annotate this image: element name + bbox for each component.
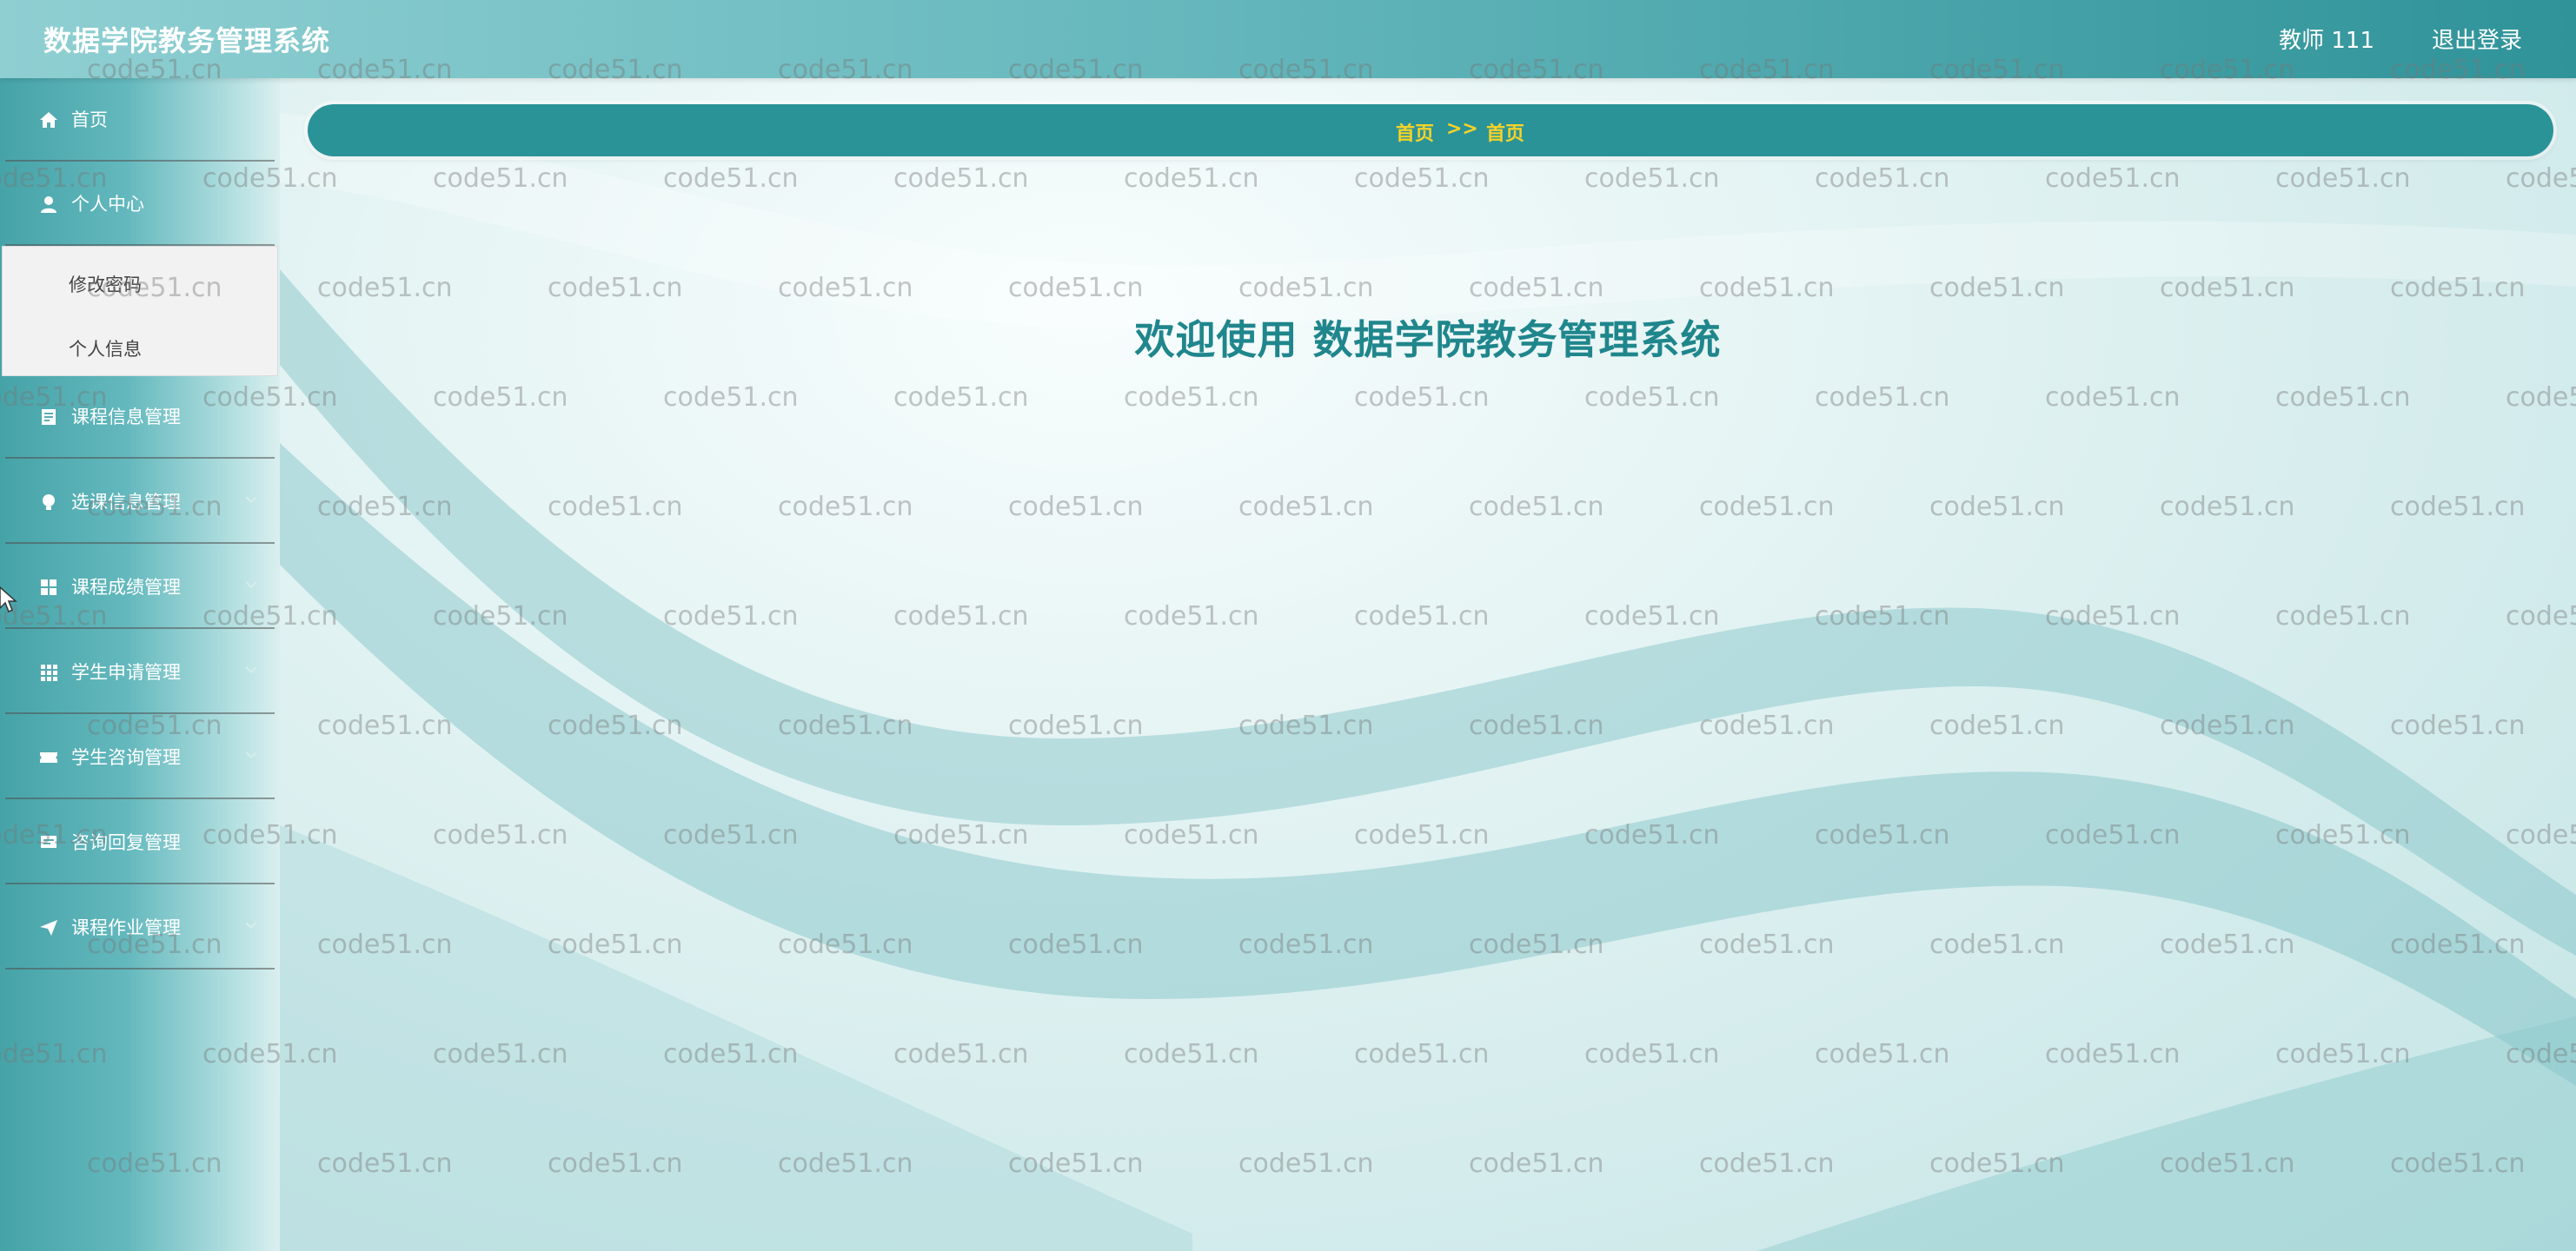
submenu-item-personal-info[interactable]: 个人信息 bbox=[69, 335, 142, 361]
sidebar-item-label: 课程信息管理 bbox=[71, 407, 181, 427]
welcome-heading: 欢迎使用 数据学院教务管理系统 bbox=[1134, 316, 1722, 363]
chevron-down-icon bbox=[245, 751, 257, 759]
sidebar-item-label: 选课信息管理 bbox=[71, 492, 181, 513]
sidebar-item-course-selection[interactable]: 选课信息管理 bbox=[5, 460, 275, 544]
chevron-down-icon bbox=[245, 922, 257, 930]
sidebar-item-course-info[interactable]: 课程信息管理 bbox=[5, 375, 275, 459]
send-icon bbox=[40, 920, 57, 936]
chevron-down-icon bbox=[245, 496, 257, 504]
sidebar-item-consultation-reply[interactable]: 咨询回复管理 bbox=[5, 801, 275, 884]
sidebar-item-label: 首页 bbox=[71, 109, 108, 130]
main-content: 首页 >> 首页 欢迎使用 数据学院教务管理系统 bbox=[280, 78, 2576, 1251]
breadcrumb-separator: >> bbox=[1446, 118, 1478, 140]
top-navbar: 数据学院教务管理系统 教师 111 退出登录 bbox=[0, 0, 2576, 78]
submenu-item-change-password[interactable]: 修改密码 bbox=[69, 271, 142, 297]
sidebar-item-label: 咨询回复管理 bbox=[71, 832, 181, 853]
sidebar-item-student-consultation[interactable]: 学生咨询管理 bbox=[5, 716, 275, 799]
reply-icon bbox=[41, 836, 56, 848]
app-title: 数据学院教务管理系统 bbox=[43, 24, 331, 57]
background-waves bbox=[280, 113, 2576, 1251]
sidebar-item-label: 个人中心 bbox=[71, 194, 144, 215]
breadcrumb: 首页 >> 首页 bbox=[308, 104, 2553, 156]
user-icon bbox=[41, 196, 56, 213]
sidebar-item-label: 学生咨询管理 bbox=[71, 747, 181, 768]
current-user-label: 教师 111 bbox=[2279, 28, 2374, 54]
chevron-down-icon bbox=[245, 666, 257, 674]
document-icon bbox=[42, 409, 56, 425]
logout-link[interactable]: 退出登录 bbox=[2432, 23, 2522, 55]
chevron-down-icon bbox=[245, 581, 257, 589]
sidebar-item-home[interactable]: 首页 bbox=[5, 78, 275, 162]
sidebar: 首页 个人中心 课程信息管理 选课信息管理 课程成绩管理 学生申请管理 学生咨询… bbox=[0, 78, 280, 1251]
bulb-icon bbox=[43, 494, 55, 510]
sidebar-item-course-grades[interactable]: 课程成绩管理 bbox=[5, 546, 275, 629]
sidebar-item-course-homework[interactable]: 课程作业管理 bbox=[5, 886, 275, 970]
sidebar-item-student-applications[interactable]: 学生申请管理 bbox=[5, 631, 275, 714]
ticket-icon bbox=[40, 752, 57, 763]
sidebar-item-label: 课程成绩管理 bbox=[71, 577, 181, 598]
grid-icon bbox=[41, 579, 56, 595]
sidebar-item-label: 学生申请管理 bbox=[71, 662, 181, 683]
breadcrumb-home-link[interactable]: 首页 bbox=[1396, 118, 1434, 146]
breadcrumb-current: 首页 bbox=[1486, 123, 1525, 145]
apps-icon bbox=[41, 665, 57, 681]
personal-center-submenu: 修改密码 个人信息 bbox=[2, 246, 278, 376]
sidebar-item-personal-center[interactable]: 个人中心 bbox=[5, 162, 275, 246]
sidebar-item-label: 课程作业管理 bbox=[71, 917, 181, 938]
mouse-cursor-icon bbox=[0, 586, 17, 613]
home-icon bbox=[40, 112, 57, 128]
